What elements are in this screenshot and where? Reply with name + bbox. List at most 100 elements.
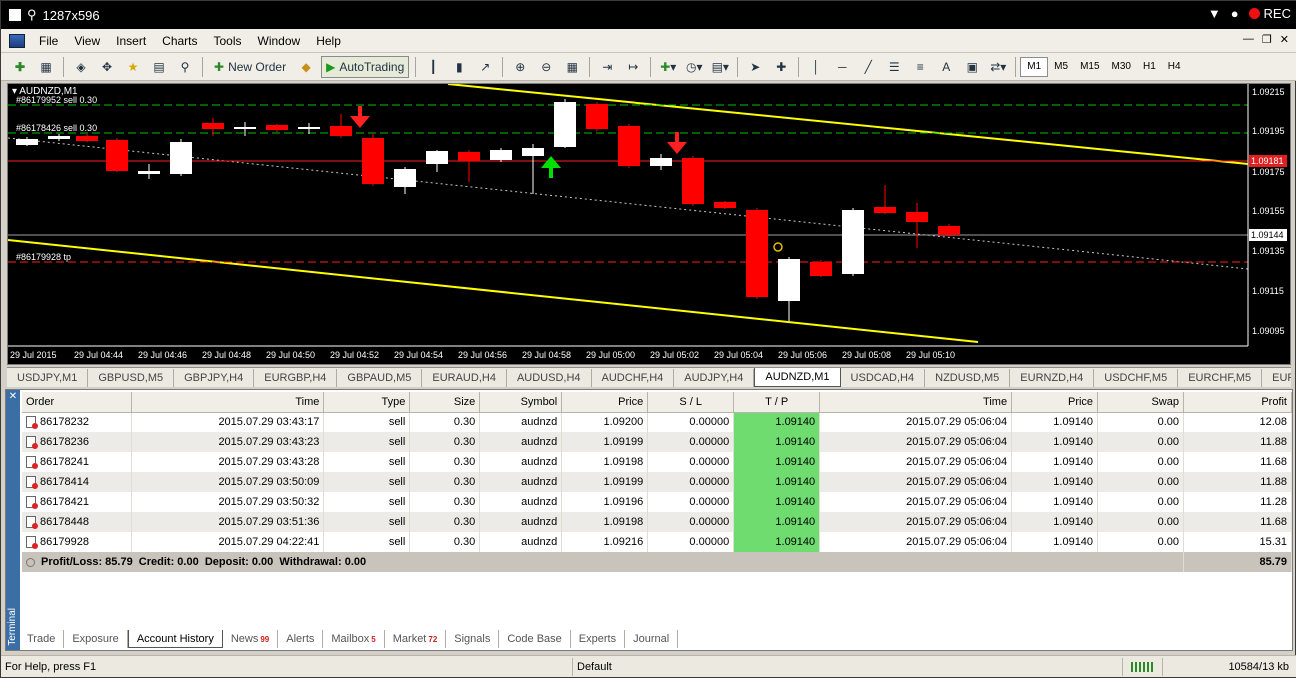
text-icon[interactable]: A [935, 56, 957, 78]
tab-account-history[interactable]: Account History [127, 630, 223, 648]
column-header[interactable]: Swap [1097, 392, 1184, 413]
terminal-icon[interactable]: ▤ [148, 56, 170, 78]
tab-signals[interactable]: Signals [446, 630, 500, 648]
autotrading-button[interactable]: ▶ AutoTrading [321, 55, 410, 78]
chart-tab[interactable]: NZDUSD,M5 [925, 369, 1011, 387]
rec-button[interactable]: REC [1248, 6, 1291, 21]
tab-exposure[interactable]: Exposure [64, 630, 128, 648]
timeframe-m30[interactable]: M30 [1106, 57, 1137, 77]
crosshair-icon[interactable]: ✚ [770, 56, 792, 78]
menu-help[interactable]: Help [308, 34, 349, 48]
price-chart[interactable]: ▾ AUDNZD,M1 #86179952 sell 0.30 #8617842… [7, 83, 1291, 365]
text-label-icon[interactable]: ▣ [961, 56, 983, 78]
indicators-icon[interactable]: ✚ ▾ [657, 56, 679, 78]
chevron-down-icon[interactable]: ▼ [1208, 6, 1221, 21]
chart-tab[interactable]: EURNZD,H4 [1010, 369, 1095, 387]
camera-icon[interactable]: ● [1231, 6, 1239, 21]
chart-tab[interactable]: GBPAUD,M5 [337, 369, 423, 387]
table-row[interactable]: 86178232 2015.07.29 03:43:17 sell 0.30 audnz… [22, 412, 1292, 432]
periods-icon[interactable]: ◷▾ [683, 56, 705, 78]
tab-trade[interactable]: Trade [19, 630, 65, 648]
chart-tab[interactable]: AUDUSD,H4 [507, 369, 592, 387]
tab-journal[interactable]: Journal [625, 630, 679, 648]
market-watch-icon[interactable]: ◈ [70, 56, 92, 78]
chart-tab[interactable]: EURGBP,H4 [254, 369, 338, 387]
cursor-icon[interactable]: ➤ [744, 56, 766, 78]
timeframe-h1[interactable]: H1 [1137, 57, 1162, 77]
column-header[interactable]: T / P [733, 392, 821, 413]
tab-alerts[interactable]: Alerts [278, 630, 324, 648]
chart-tab[interactable]: USDJPY,M1 [7, 369, 89, 387]
vertical-line-icon[interactable]: │ [805, 56, 827, 78]
column-header[interactable]: Size [409, 392, 481, 413]
close-icon[interactable]: ✕ [8, 392, 18, 402]
arrows-icon[interactable]: ⇄▾ [987, 56, 1009, 78]
chart-shift-icon[interactable]: ↦ [622, 56, 644, 78]
timeframe-m15[interactable]: M15 [1074, 57, 1105, 77]
chart-tab[interactable]: AUDJPY,H4 [674, 369, 755, 387]
table-row[interactable]: 86178241 2015.07.29 03:43:28 sell 0.30 audnz… [22, 452, 1292, 472]
column-header[interactable]: Price [1011, 392, 1099, 413]
table-row[interactable]: 86179928 2015.07.29 04:22:41 sell 0.30 audnz… [22, 532, 1292, 552]
close-icon[interactable]: ✕ [1280, 33, 1289, 46]
tab-news[interactable]: News 99 [223, 630, 279, 648]
bar-chart-icon[interactable]: ┃ [422, 56, 444, 78]
zoom-out-icon[interactable]: ⊖ [535, 56, 557, 78]
chart-tab[interactable]: GBPUSD,M5 [88, 369, 175, 387]
timeframe-m1[interactable]: M1 [1020, 56, 1049, 77]
chart-tab[interactable]: AUDNZD,M1 [754, 368, 841, 387]
data-window-icon[interactable]: ✥ [96, 56, 118, 78]
menu-insert[interactable]: Insert [108, 34, 154, 48]
chart-tab[interactable]: EURCHF,M5 [1178, 369, 1263, 387]
table-row[interactable]: 86178448 2015.07.29 03:51:36 sell 0.30 audnz… [22, 512, 1292, 532]
trendline-icon[interactable]: ╱ [857, 56, 879, 78]
column-header[interactable]: Price [561, 392, 649, 413]
search-icon[interactable]: ⚲ [27, 7, 37, 23]
column-header[interactable]: Order [22, 392, 133, 413]
column-header[interactable]: Profit [1183, 392, 1292, 413]
navigator-icon[interactable]: ★ [122, 56, 144, 78]
minimize-icon[interactable]: — [1243, 33, 1254, 46]
templates-icon[interactable]: ▤▾ [709, 56, 731, 78]
new-chart-icon[interactable]: ✚ [9, 56, 31, 78]
menu-view[interactable]: View [66, 34, 108, 48]
horizontal-line-icon[interactable]: ─ [831, 56, 853, 78]
channel-icon[interactable]: ☰ [883, 56, 905, 78]
chart-tab[interactable]: AUDCHF,H4 [592, 369, 675, 387]
zoom-in-icon[interactable]: ⊕ [509, 56, 531, 78]
strategy-tester-icon[interactable]: ⚲ [174, 56, 196, 78]
menu-file[interactable]: File [31, 34, 66, 48]
fibonacci-icon[interactable]: ≡ [909, 56, 931, 78]
line-chart-icon[interactable]: ↗ [474, 56, 496, 78]
terminal-window: ⚲ 1287x596 ▼ ● REC File View Insert Char… [0, 0, 1296, 678]
column-header[interactable]: Time [131, 392, 325, 413]
table-row[interactable]: 86178421 2015.07.29 03:50:32 sell 0.30 audnz… [22, 492, 1292, 512]
chart-tab[interactable]: USDCAD,H4 [841, 369, 926, 387]
chart-tab[interactable]: EURJPY,H [1262, 369, 1291, 387]
menu-window[interactable]: Window [250, 34, 309, 48]
tab-experts[interactable]: Experts [571, 630, 626, 648]
timeframe-m5[interactable]: M5 [1048, 57, 1074, 77]
autoscroll-icon[interactable]: ⇥ [596, 56, 618, 78]
candlestick-icon[interactable]: ▮ [448, 56, 470, 78]
tile-windows-icon[interactable]: ▦ [561, 56, 583, 78]
tab-mailbox[interactable]: Mailbox 5 [323, 630, 385, 648]
column-header[interactable]: S / L [647, 392, 735, 413]
table-row[interactable]: 86178236 2015.07.29 03:43:23 sell 0.30 audnz… [22, 432, 1292, 452]
new-order-button[interactable]: ✚ New Order [209, 56, 291, 78]
menu-charts[interactable]: Charts [154, 34, 205, 48]
column-header[interactable]: Time [819, 392, 1013, 413]
chart-tab[interactable]: USDCHF,M5 [1094, 369, 1179, 387]
timeframe-h4[interactable]: H4 [1162, 57, 1187, 77]
profiles-icon[interactable]: ▦ [35, 56, 57, 78]
menu-tools[interactable]: Tools [206, 34, 250, 48]
chart-tab[interactable]: GBPJPY,H4 [174, 369, 255, 387]
tab-code-base[interactable]: Code Base [499, 630, 571, 648]
column-header[interactable]: Symbol [479, 392, 563, 413]
restore-icon[interactable]: ❐ [1262, 33, 1272, 46]
table-row[interactable]: 86178414 2015.07.29 03:50:09 sell 0.30 audnz… [22, 472, 1292, 492]
chart-tab[interactable]: EURAUD,H4 [422, 369, 507, 387]
tab-market[interactable]: Market 72 [385, 630, 447, 648]
metaeditor-icon[interactable]: ◆ [295, 56, 317, 78]
column-header[interactable]: Type [323, 392, 411, 413]
